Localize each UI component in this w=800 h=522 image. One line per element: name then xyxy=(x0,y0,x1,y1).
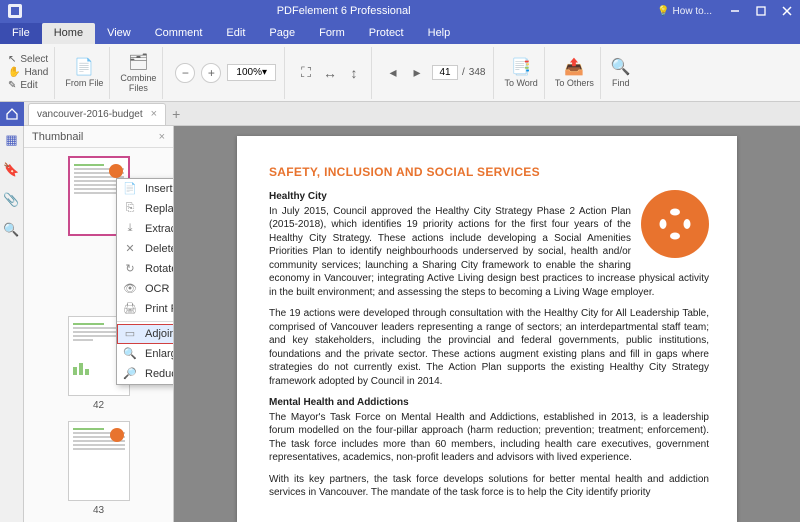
document-tabbar: vancouver-2016-budget × + xyxy=(0,102,800,126)
zoom-group: − + 100% ▾ xyxy=(167,47,285,99)
section-heading: Mental Health and Addictions xyxy=(269,396,709,410)
menu-file[interactable]: File xyxy=(0,23,42,44)
document-viewer[interactable]: SAFETY, INCLUSION AND SOCIAL SERVICES He… xyxy=(174,126,800,522)
page-heading: SAFETY, INCLUSION AND SOCIAL SERVICES xyxy=(269,164,709,180)
body-text: The Mayor's Task Force on Mental Health … xyxy=(269,411,709,465)
body-text: The 19 actions were developed through co… xyxy=(269,307,709,388)
thumbnail-panel: Thumbnail × 42 43 xyxy=(24,126,174,522)
document-tab-label: vancouver-2016-budget xyxy=(37,109,143,120)
thumbnail-header: Thumbnail × xyxy=(24,126,173,148)
edit-tool[interactable]: ✎ Edit xyxy=(8,80,48,91)
minimize-button[interactable] xyxy=(722,0,748,22)
body-text: With its key partners, the task force de… xyxy=(269,473,709,500)
section-heading: Healthy City xyxy=(269,190,709,204)
app-title: PDFelement 6 Professional xyxy=(30,5,657,17)
attachment-icon[interactable]: 📎 xyxy=(4,192,20,208)
to-word-icon: 📑 xyxy=(511,57,531,77)
thumbnail-label: 43 xyxy=(32,505,165,516)
howto-link[interactable]: 💡 How to... xyxy=(657,6,712,17)
ctx-print-page[interactable]: 🖨Print Page xyxy=(117,299,173,319)
page-nav-group: ◂ ▸ / 348 xyxy=(376,47,494,99)
document-tab[interactable]: vancouver-2016-budget × xyxy=(28,103,166,125)
thumbnail-graphic-icon xyxy=(109,164,123,178)
to-word-button[interactable]: 📑 To Word xyxy=(498,47,544,99)
combine-button[interactable]: 🗂 Combine Files xyxy=(114,47,163,99)
combine-icon: 🗂 xyxy=(128,52,148,72)
menu-help[interactable]: Help xyxy=(416,23,463,44)
search-icon[interactable]: 🔍 xyxy=(4,222,20,238)
close-button[interactable] xyxy=(774,0,800,22)
find-icon: 🔍 xyxy=(611,57,631,77)
ctx-reduce-thumbs[interactable]: 🔎Reduce Page Thumbnails xyxy=(117,364,173,384)
fit-group: ⛶ ↔ ↕ xyxy=(289,47,372,99)
context-menu: 📄Insert Page▸ ⎘Replace Page ⤓Extract Pag… xyxy=(116,178,173,385)
menu-page[interactable]: Page xyxy=(257,23,307,44)
ctx-rotate-page[interactable]: ↻Rotate Page xyxy=(117,259,173,279)
fit-page-icon[interactable]: ⛶ xyxy=(297,64,315,82)
thumbnails-icon[interactable]: ▦ xyxy=(4,132,20,148)
ctx-adjoin-pages[interactable]: ▭Adjoin all pages into one single image xyxy=(117,324,173,344)
thumbnail-item[interactable] xyxy=(68,421,130,501)
app-icon xyxy=(6,2,24,20)
zoom-value[interactable]: 100% ▾ xyxy=(227,64,276,81)
menu-home[interactable]: Home xyxy=(42,23,95,44)
maximize-button[interactable] xyxy=(748,0,774,22)
zoom-in-button[interactable]: + xyxy=(201,63,221,83)
ctx-ocr-page[interactable]: 👁OCR Page xyxy=(117,279,173,299)
next-page-icon[interactable]: ▸ xyxy=(408,64,426,82)
add-tab-button[interactable]: + xyxy=(172,106,180,122)
left-rail: ▦ 🔖 📎 🔍 xyxy=(0,126,24,522)
menu-protect[interactable]: Protect xyxy=(357,23,416,44)
page-content: SAFETY, INCLUSION AND SOCIAL SERVICES He… xyxy=(237,136,737,522)
from-file-button[interactable]: 📄 From File xyxy=(59,47,110,99)
select-tool[interactable]: ↖ Select xyxy=(8,54,48,65)
tab-close-icon[interactable]: × xyxy=(151,108,157,120)
to-others-icon: 📤 xyxy=(564,57,584,77)
menu-view[interactable]: View xyxy=(95,23,143,44)
menu-form[interactable]: Form xyxy=(307,23,357,44)
zoom-out-button[interactable]: − xyxy=(175,63,195,83)
thumbnail-graphic-icon xyxy=(110,428,124,442)
bookmark-icon[interactable]: 🔖 xyxy=(4,162,20,178)
ribbon: ↖ Select ✋ Hand ✎ Edit 📄 From File 🗂 Com… xyxy=(0,44,800,102)
menu-edit[interactable]: Edit xyxy=(214,23,257,44)
prev-page-icon[interactable]: ◂ xyxy=(384,64,402,82)
from-file-icon: 📄 xyxy=(74,57,94,77)
hand-tool[interactable]: ✋ Hand xyxy=(8,67,48,78)
thumbnail-label: 42 xyxy=(32,400,165,411)
ctx-extract-page[interactable]: ⤓Extract Page xyxy=(117,219,173,239)
page-current-input[interactable] xyxy=(432,65,458,80)
menu-comment[interactable]: Comment xyxy=(143,23,215,44)
find-button[interactable]: 🔍 Find xyxy=(605,47,637,99)
page-counter: / 348 xyxy=(432,65,485,80)
ctx-delete-page[interactable]: ✕Delete Page xyxy=(117,239,173,259)
thumbnail-close-icon[interactable]: × xyxy=(159,131,165,143)
hero-icon xyxy=(641,190,709,258)
fit-width-icon[interactable]: ↔ xyxy=(321,64,339,82)
menu-bar: File Home View Comment Edit Page Form Pr… xyxy=(0,22,800,44)
ctx-replace-page[interactable]: ⎘Replace Page xyxy=(117,199,173,219)
fit-height-icon[interactable]: ↕ xyxy=(345,64,363,82)
thumbnail-list: 42 43 📄Insert Page▸ ⎘Replace Page ⤓Extra… xyxy=(24,148,173,522)
home-tab-button[interactable] xyxy=(0,102,24,126)
to-others-button[interactable]: 📤 To Others xyxy=(549,47,601,99)
ctx-insert-page[interactable]: 📄Insert Page▸ xyxy=(117,179,173,199)
ctx-enlarge-thumbs[interactable]: 🔍Enlarge Page Thumbnails xyxy=(117,344,173,364)
title-bar: PDFelement 6 Professional 💡 How to... xyxy=(0,0,800,22)
ribbon-tools: ↖ Select ✋ Hand ✎ Edit xyxy=(6,47,55,99)
